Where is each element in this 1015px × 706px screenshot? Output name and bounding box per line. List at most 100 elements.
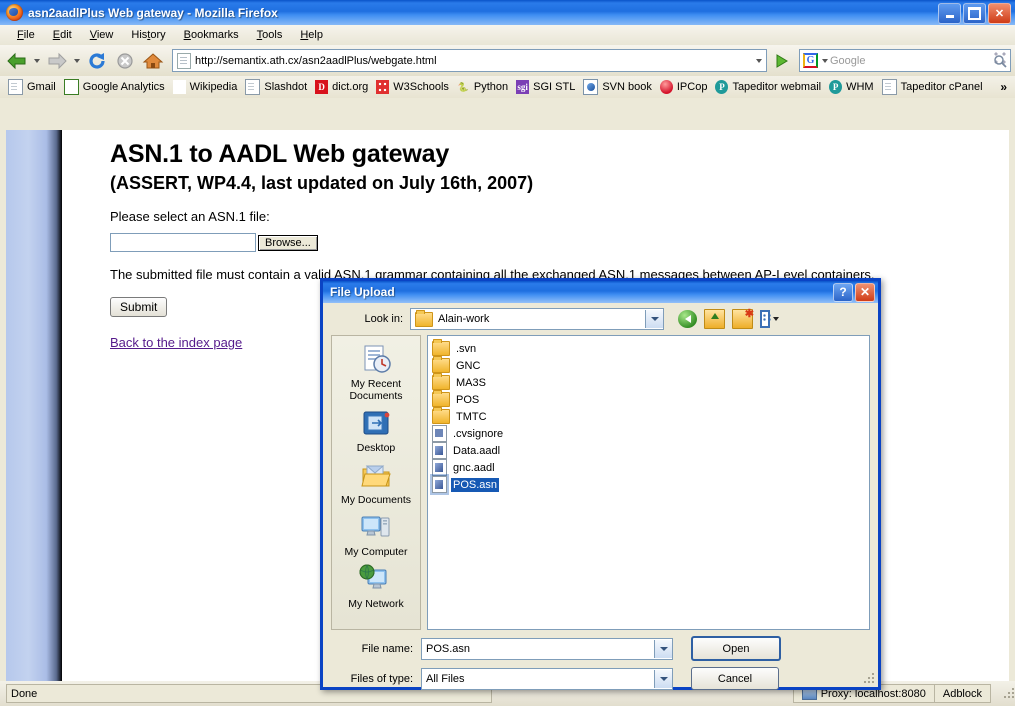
menu-bookmarks[interactable]: Bookmarks [175, 27, 248, 43]
place-label: My Network [348, 598, 404, 610]
file-list-item[interactable]: TMTC [432, 407, 869, 425]
look-in-value: Alain-work [438, 313, 490, 325]
w3schools-icon [376, 80, 390, 94]
menubar: FFileile Edit View History Bookmarks Too… [0, 25, 1015, 45]
place-my-documents[interactable]: My Documents [332, 460, 420, 506]
bookmark-python[interactable]: 🐍 Python [453, 78, 512, 96]
bookmark-wikipedia[interactable]: W Wikipedia [169, 78, 242, 96]
chevron-down-icon[interactable] [645, 310, 663, 328]
ipcop-icon [659, 80, 673, 94]
bookmark-tapeditor-webmail[interactable]: P Tapeditor webmail [711, 78, 825, 96]
bookmark-label: W3Schools [393, 81, 449, 93]
close-button[interactable]: ✕ [988, 3, 1011, 24]
places-bar: My Recent Documents Desktop My Documents [331, 335, 421, 630]
stop-icon[interactable] [112, 48, 138, 74]
search-bar[interactable]: G Google [799, 49, 1011, 72]
maximize-button[interactable] [963, 3, 986, 24]
google-icon[interactable]: G [803, 53, 818, 68]
cancel-button[interactable]: Cancel [691, 667, 779, 690]
back-to-index-link[interactable]: Back to the index page [110, 335, 242, 350]
bookmark-sgi-stl[interactable]: sgi SGI STL [512, 78, 579, 96]
resize-grip[interactable] [1003, 687, 1015, 700]
filename-value: POS.asn [426, 642, 471, 655]
file-name: .cvsignore [453, 427, 504, 440]
bookmark-whm[interactable]: P WHM [825, 78, 878, 96]
bookmark-label: Wikipedia [189, 81, 238, 93]
file-list[interactable]: .svn GNC MA3S POS TMTC .cvsignore Data.a… [427, 335, 870, 630]
back-dropdown-icon[interactable] [34, 58, 40, 63]
dialog-toolbar: ✱ [678, 308, 779, 329]
go-button[interactable] [771, 50, 793, 72]
my-network-icon [359, 564, 393, 596]
chevron-down-icon[interactable] [654, 639, 672, 658]
browse-button[interactable]: Browse... [258, 234, 318, 251]
my-computer-icon [359, 512, 393, 544]
minimize-button[interactable] [938, 3, 961, 24]
menu-tools[interactable]: Tools [248, 27, 292, 43]
dialog-close-button[interactable]: ✕ [855, 282, 875, 302]
menu-file[interactable]: FFileile [8, 27, 44, 43]
views-icon[interactable] [760, 310, 779, 328]
bookmark-w3schools[interactable]: W3Schools [372, 78, 453, 96]
bookmark-label: Tapeditor webmail [732, 81, 822, 93]
forward-icon[interactable] [44, 48, 70, 74]
bookmark-gmail[interactable]: Gmail [4, 78, 60, 96]
generic-file-icon [432, 425, 447, 442]
bookmark-ipcop[interactable]: IPCop [656, 78, 712, 96]
doc-icon [8, 79, 23, 95]
menu-view[interactable]: View [81, 27, 123, 43]
submit-button[interactable]: Submit [110, 297, 168, 317]
file-list-item[interactable]: POS [432, 390, 869, 408]
cpanel-icon: P [829, 80, 843, 94]
menu-history[interactable]: History [122, 27, 174, 43]
bookmark-dict-org[interactable]: Ddict.org [311, 78, 372, 96]
back-icon[interactable] [4, 48, 30, 74]
adblock-status[interactable]: Adblock [933, 684, 991, 703]
place-desktop[interactable]: Desktop [332, 408, 420, 454]
place-my-computer[interactable]: My Computer [332, 512, 420, 558]
doc-icon [245, 79, 261, 95]
sidebar-panel[interactable] [6, 130, 62, 703]
magnifier-icon[interactable] [993, 54, 1007, 68]
menu-help[interactable]: Help [291, 27, 332, 43]
search-input[interactable]: Google [830, 55, 993, 67]
up-one-level-icon[interactable] [704, 309, 725, 329]
file-path-input[interactable] [110, 233, 256, 252]
folder-icon [432, 373, 450, 390]
url-bar[interactable]: http://semantix.ath.cx/asn2aadlPlus/webg… [172, 49, 767, 72]
new-folder-icon[interactable]: ✱ [732, 308, 754, 329]
home-icon[interactable] [140, 48, 166, 74]
menu-edit[interactable]: Edit [44, 27, 81, 43]
file-list-item-selected[interactable]: POS.asn [432, 476, 869, 493]
dialog-help-button[interactable]: ? [833, 282, 853, 302]
bookmarks-overflow-icon[interactable]: » [1000, 80, 1011, 94]
file-list-item[interactable]: .svn [432, 339, 869, 357]
chevron-down-icon[interactable] [654, 669, 672, 688]
filetype-row: Files of type: All Files Cancel [331, 667, 870, 690]
dialog-footer: File name: POS.asn Open Files of type: A… [323, 630, 878, 690]
filetype-combobox[interactable]: All Files [421, 667, 673, 690]
reload-icon[interactable] [84, 48, 110, 74]
look-in-combobox[interactable]: Alain-work [410, 308, 664, 330]
back-icon[interactable] [678, 310, 697, 328]
bookmark-tapeditor-cpanel[interactable]: Tapeditor cPanel [878, 78, 987, 96]
bookmark-label: IPCop [676, 81, 708, 93]
forward-dropdown-icon[interactable] [74, 58, 80, 63]
url-dropdown-icon[interactable] [752, 51, 766, 70]
place-my-network[interactable]: My Network [332, 564, 420, 610]
file-list-item[interactable]: .cvsignore [432, 425, 869, 442]
file-list-item[interactable]: Data.aadl [432, 442, 869, 459]
file-list-item[interactable]: GNC [432, 356, 869, 374]
open-button[interactable]: Open [691, 636, 781, 661]
search-engine-dropdown-icon[interactable] [822, 58, 828, 63]
filename-combobox[interactable]: POS.asn [421, 637, 673, 660]
file-list-item[interactable]: MA3S [432, 373, 869, 391]
place-my-recent-documents[interactable]: My Recent Documents [332, 344, 420, 402]
firefox-icon [6, 4, 23, 21]
bookmark-slashdot[interactable]: Slashdot [241, 78, 311, 96]
dialog-resize-grip[interactable] [863, 673, 875, 685]
bookmark-svn-book[interactable]: SVN book [579, 78, 656, 96]
bookmark-google-analytics[interactable]: G Google Analytics [60, 78, 169, 96]
file-list-item[interactable]: gnc.aadl [432, 459, 869, 476]
firefox-window: asn2aadlPlus Web gateway - Mozilla Firef… [0, 0, 1015, 706]
